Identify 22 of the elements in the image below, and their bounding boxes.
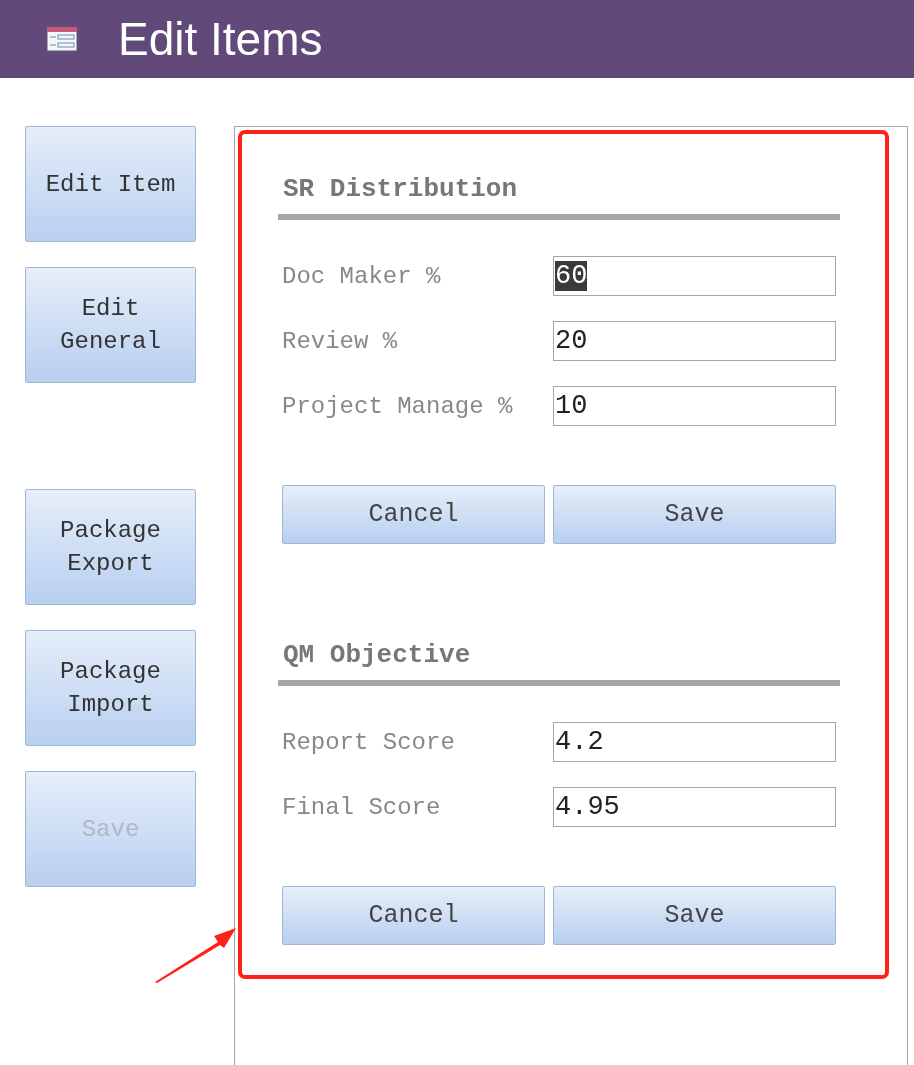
cancel-button[interactable]: Cancel xyxy=(282,886,545,945)
sidebar-button[interactable]: Package Export xyxy=(25,489,196,605)
save-button[interactable]: Save xyxy=(553,886,836,945)
cancel-button[interactable]: Cancel xyxy=(282,485,545,544)
field-label: Review % xyxy=(282,327,399,355)
sidebar-button[interactable]: Edit Item xyxy=(25,126,196,242)
form-icon xyxy=(46,26,78,52)
page-title: Edit Items xyxy=(118,12,323,66)
field-label: Final Score xyxy=(282,793,442,821)
input-field[interactable]: 20 xyxy=(553,321,836,361)
sidebar-button[interactable]: Package Import xyxy=(25,630,196,746)
section-heading: QM Objective xyxy=(282,640,472,672)
field-label: Project Manage % xyxy=(282,392,514,420)
field-label: Doc Maker % xyxy=(282,262,442,290)
section-heading: SR Distribution xyxy=(282,174,519,206)
input-field[interactable]: 4.2 xyxy=(553,722,836,762)
field-label: Report Score xyxy=(282,728,456,756)
input-field[interactable]: 10 xyxy=(553,386,836,426)
sidebar-button[interactable]: Edit General xyxy=(25,267,196,383)
input-field[interactable]: 60 xyxy=(553,256,836,296)
save-button[interactable]: Save xyxy=(553,485,836,544)
input-field[interactable]: 4.95 xyxy=(553,787,836,827)
